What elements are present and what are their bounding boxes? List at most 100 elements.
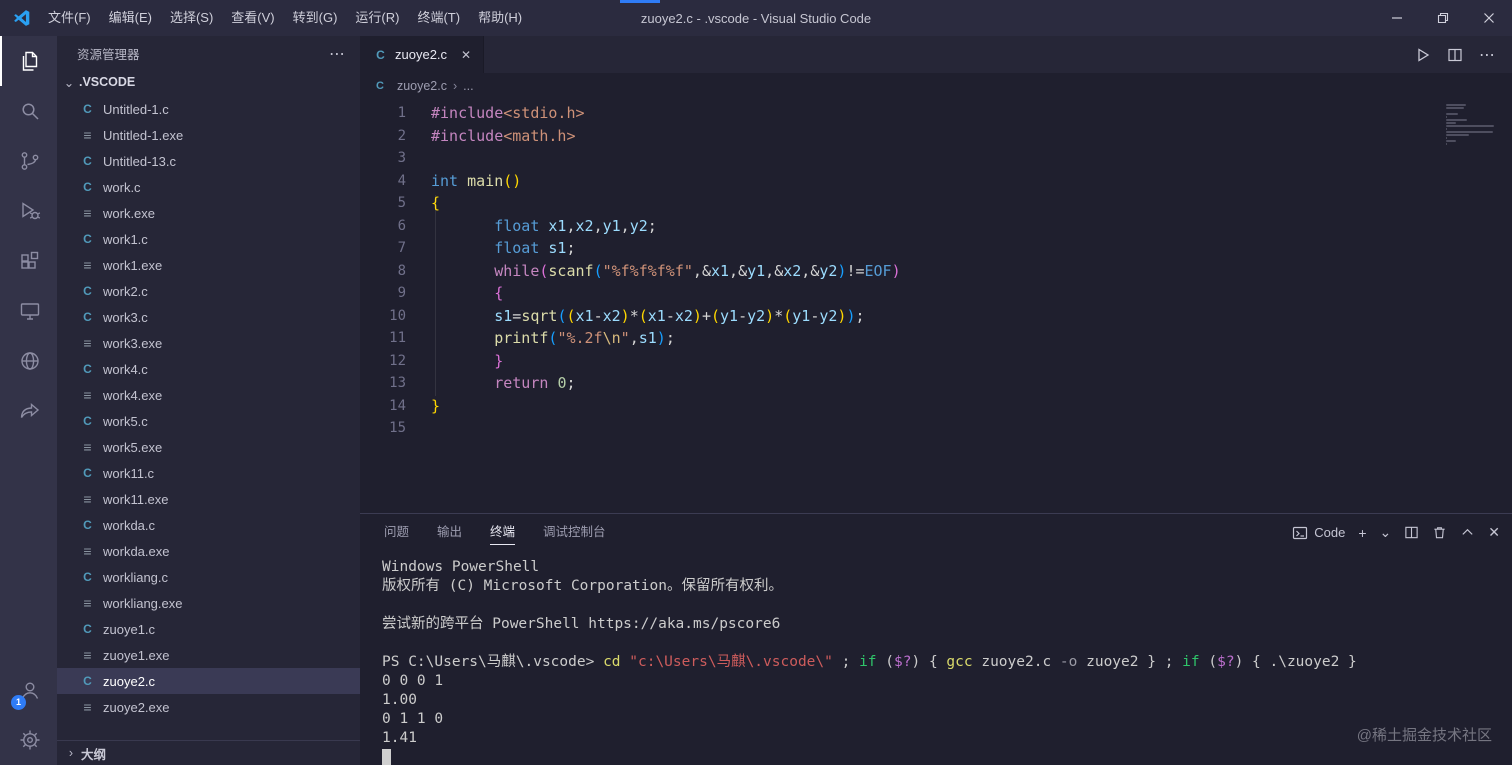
activity-share[interactable] — [0, 386, 57, 436]
code-line-12[interactable]: 12 } — [360, 350, 1512, 373]
close-panel-icon[interactable]: ✕ — [1488, 524, 1500, 541]
activity-github[interactable] — [0, 336, 57, 386]
file-item-work1.c[interactable]: Cwork1.c — [57, 226, 360, 252]
menu-file[interactable]: 文件(F) — [39, 0, 100, 36]
more-actions-icon[interactable]: ⋯ — [329, 44, 346, 64]
menu-edit[interactable]: 编辑(E) — [100, 0, 161, 36]
file-item-workda.exe[interactable]: ≡ workda.exe — [57, 538, 360, 564]
code-line-3[interactable]: 3 — [360, 147, 1512, 170]
file-item-work.c[interactable]: Cwork.c — [57, 174, 360, 200]
file-item-workliang.c[interactable]: Cworkliang.c — [57, 564, 360, 590]
line-number: 11 — [389, 330, 406, 346]
code-line-4[interactable]: 4 int main() — [360, 170, 1512, 193]
file-item-work3.exe[interactable]: ≡ work3.exe — [57, 330, 360, 356]
search-icon — [18, 99, 42, 123]
run-button[interactable] — [1415, 47, 1431, 63]
minimize-button[interactable] — [1374, 0, 1420, 36]
breadcrumb: C zuoye2.c › ... — [360, 73, 1512, 99]
code-line-5[interactable]: 5{ — [360, 192, 1512, 215]
terminal-profile-selector[interactable]: Code — [1292, 525, 1345, 541]
file-item-work4.c[interactable]: Cwork4.c — [57, 356, 360, 382]
file-item-zuoye2.exe[interactable]: ≡ zuoye2.exe — [57, 694, 360, 720]
close-window-button[interactable] — [1466, 0, 1512, 36]
minimap-line — [1446, 119, 1467, 121]
activity-remote-explorer[interactable] — [0, 286, 57, 336]
menu-run[interactable]: 运行(R) — [346, 0, 408, 36]
code-line-8[interactable]: 8 while(scanf("%f%f%f%f",&x1,&y1,&x2,&y2… — [360, 260, 1512, 283]
menu-bar: 文件(F) 编辑(E) 选择(S) 查看(V) 转到(G) 运行(R) 终端(T) 帮助(H) — [39, 0, 531, 36]
kill-terminal-button[interactable] — [1432, 525, 1447, 540]
file-item-zuoye1.exe[interactable]: ≡ zuoye1.exe — [57, 642, 360, 668]
file-item-zuoye2.c[interactable]: Czuoye2.c — [57, 668, 360, 694]
file-name: workliang.c — [103, 569, 169, 585]
code-line-2[interactable]: 2 #include<math.h> — [360, 125, 1512, 148]
file-item-Untitled-13.c[interactable]: C Untitled-13.c — [57, 148, 360, 174]
file-name: workliang.exe — [103, 595, 183, 611]
file-item-zuoye1.c[interactable]: Czuoye1.c — [57, 616, 360, 642]
tab-zuoye2-c[interactable]: C zuoye2.c ✕ — [360, 36, 485, 73]
file-item-Untitled-1.exe[interactable]: ≡ Untitled-1.exe — [57, 122, 360, 148]
activity-run-debug[interactable] — [0, 186, 57, 236]
minimap-line — [1446, 116, 1447, 118]
menu-selection[interactable]: 选择(S) — [161, 0, 222, 36]
code-editor[interactable]: 1 #include<stdio.h> 2 #include<math.h> 3 4 int… — [360, 99, 1512, 513]
file-item-work11.c[interactable]: Cwork11.c — [57, 460, 360, 486]
exe-file-icon: ≡ — [83, 543, 92, 559]
file-item-work1.exe[interactable]: ≡ work1.exe — [57, 252, 360, 278]
file-name: zuoye1.exe — [103, 647, 170, 663]
activity-extensions[interactable] — [0, 236, 57, 286]
file-item-workliang.exe[interactable]: ≡ workliang.exe — [57, 590, 360, 616]
file-item-work11.exe[interactable]: ≡ work11.exe — [57, 486, 360, 512]
panel-tab-terminal[interactable]: 终端 — [490, 514, 516, 551]
breadcrumb-file[interactable]: zuoye2.c — [397, 79, 447, 93]
restore-button[interactable] — [1420, 0, 1466, 36]
activity-explorer[interactable] — [0, 36, 57, 86]
outline-section[interactable]: › 大纲 — [57, 740, 360, 765]
file-item-work3.c[interactable]: Cwork3.c — [57, 304, 360, 330]
code-line-15[interactable]: 15 — [360, 417, 1512, 440]
window-title: zuoye2.c - .vscode - Visual Studio Code — [640, 10, 872, 26]
split-editor-button[interactable] — [1447, 47, 1463, 63]
panel-tab-debug-console[interactable]: 调试控制台 — [543, 514, 606, 551]
code-lines: 1 #include<stdio.h> 2 #include<math.h> 3 4 int… — [360, 102, 1512, 440]
folder-vscode[interactable]: ⌄ .VSCODE — [57, 71, 360, 93]
activity-account[interactable]: 1 — [0, 665, 57, 715]
minimap[interactable] — [1446, 104, 1498, 149]
code-line-1[interactable]: 1 #include<stdio.h> — [360, 102, 1512, 125]
new-terminal-button[interactable]: + — [1358, 525, 1366, 541]
activity-search[interactable] — [0, 86, 57, 136]
split-terminal-button[interactable] — [1404, 525, 1419, 540]
file-name: work11.c — [103, 465, 155, 481]
file-item-work.exe[interactable]: ≡ work.exe — [57, 200, 360, 226]
menu-terminal[interactable]: 终端(T) — [408, 0, 469, 36]
activity-source-control[interactable] — [0, 136, 57, 186]
menu-view[interactable]: 查看(V) — [222, 0, 283, 36]
file-item-workda.c[interactable]: Cworkda.c — [57, 512, 360, 538]
main-area: 1 资源管理器 ⋯ ⌄ .VSCODE C Untitled-1.c ≡ Untitl… — [0, 36, 1512, 765]
file-item-work4.exe[interactable]: ≡ work4.exe — [57, 382, 360, 408]
activity-settings[interactable] — [0, 715, 57, 765]
file-item-work5.exe[interactable]: ≡ work5.exe — [57, 434, 360, 460]
panel-tab-problems[interactable]: 问题 — [384, 514, 409, 551]
code-line-14[interactable]: 14} — [360, 395, 1512, 418]
code-line-7[interactable]: 7 float s1; — [360, 237, 1512, 260]
breadcrumb-symbol[interactable]: ... — [463, 79, 473, 93]
maximize-panel-button[interactable] — [1460, 525, 1475, 540]
code-line-6[interactable]: 6 float x1,x2,y1,y2; — [360, 215, 1512, 238]
code-line-11[interactable]: 11 printf("%.2f\n",s1); — [360, 327, 1512, 350]
code-line-10[interactable]: 10 s1=sqrt((x1-x2)*(x1-x2)+(y1-y2)*(y1-y… — [360, 305, 1512, 328]
file-name: work4.c — [103, 361, 148, 377]
close-tab-icon[interactable]: ✕ — [461, 48, 471, 62]
file-item-work5.c[interactable]: Cwork5.c — [57, 408, 360, 434]
file-item-work2.c[interactable]: Cwork2.c — [57, 278, 360, 304]
chevron-down-icon: ⌄ — [63, 75, 75, 90]
editor-more-actions-icon[interactable]: ⋯ — [1479, 45, 1496, 65]
menu-go[interactable]: 转到(G) — [284, 0, 347, 36]
terminal-dropdown-icon[interactable]: ⌄ — [1380, 524, 1392, 541]
file-item-Untitled-1.c[interactable]: C Untitled-1.c — [57, 96, 360, 122]
panel-tab-output[interactable]: 输出 — [437, 514, 462, 551]
code-line-9[interactable]: 9 { — [360, 282, 1512, 305]
terminal-output[interactable]: Windows PowerShell 版权所有 (C) Microsoft Cor… — [360, 551, 1512, 765]
code-line-13[interactable]: 13 return 0; — [360, 372, 1512, 395]
menu-help[interactable]: 帮助(H) — [469, 0, 531, 36]
